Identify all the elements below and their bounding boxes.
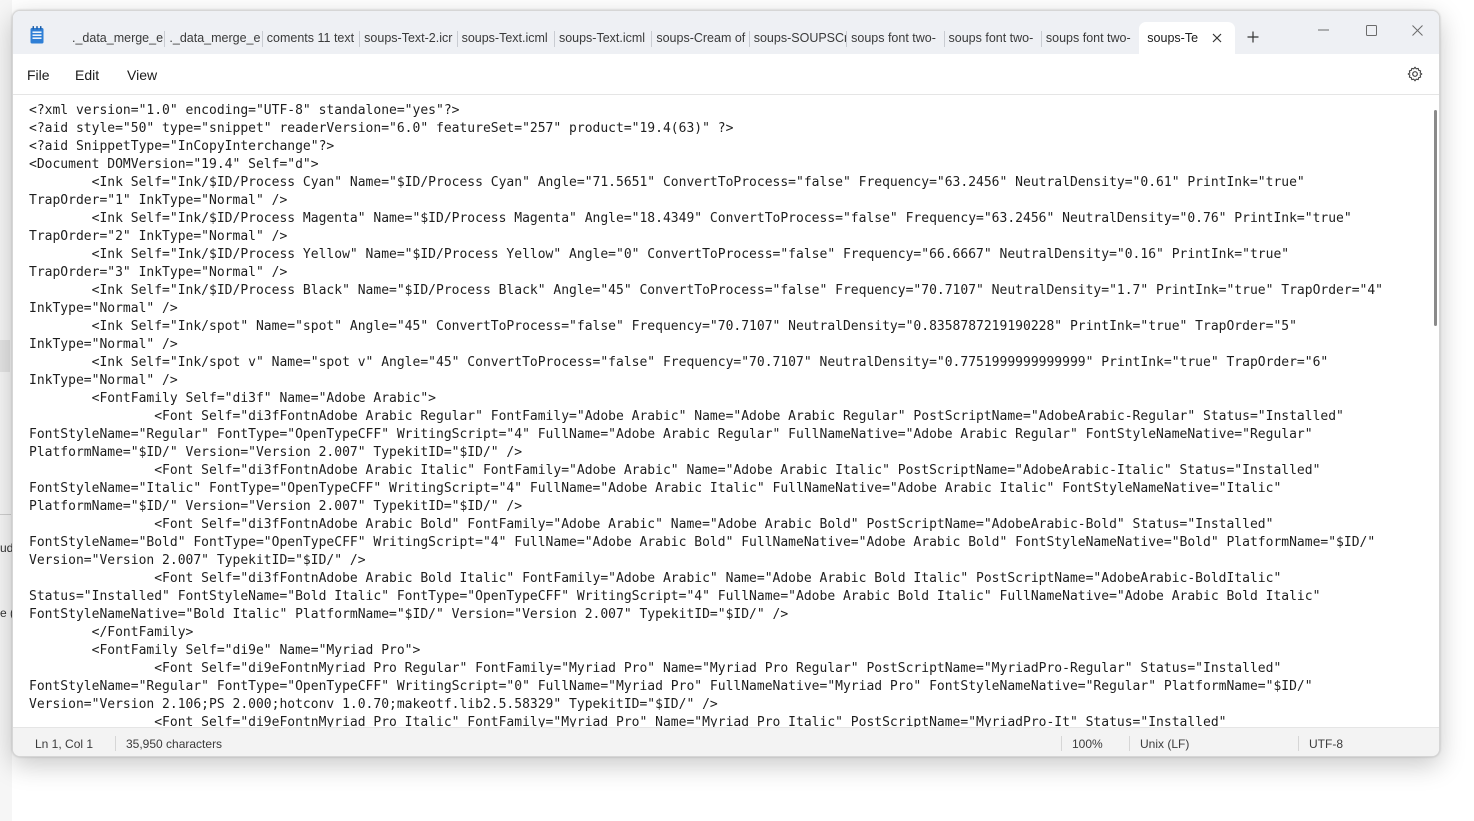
code-line: <Document DOMVersion="19.4" Self="d"> <box>29 157 319 172</box>
notepad-window: ._data_merge_e ._data_merge_e coments 11… <box>12 10 1440 757</box>
code-line: Version="Version 2.106;PS 2.000;hotconv … <box>29 697 718 712</box>
tab-label: soups-Te <box>1147 31 1199 45</box>
gear-icon[interactable] <box>1405 64 1425 84</box>
code-line: <Ink Self="Ink/$ID/Process Yellow" Name=… <box>29 247 1290 262</box>
line-ending[interactable]: Unix (LF) <box>1140 737 1189 751</box>
editor-content[interactable]: <?xml version="1.0" encoding="UTF-8" sta… <box>29 102 1429 727</box>
status-separator <box>1129 736 1130 751</box>
tab-label: soups-Text.icml <box>461 31 548 45</box>
code-line: <?xml version="1.0" encoding="UTF-8" sta… <box>29 103 460 118</box>
tab[interactable]: soups font two- <box>847 22 945 54</box>
tab-label: soups font two- <box>1045 31 1131 45</box>
tab[interactable]: soups font two- <box>945 22 1042 54</box>
code-line: FontStyleName="Regular" FontType="OpenTy… <box>29 427 1313 442</box>
vertical-scrollbar[interactable] <box>1431 96 1439 727</box>
code-line: <Ink Self="Ink/$ID/Process Magenta" Name… <box>29 211 1352 226</box>
code-line: FontStyleNameNative="Bold Italic" Platfo… <box>29 607 789 622</box>
close-tab-icon[interactable] <box>1209 30 1225 46</box>
new-tab-icon[interactable] <box>1242 26 1264 48</box>
tab[interactable]: coments 11 text <box>263 22 361 54</box>
code-line: <FontFamily Self="di9e" Name="Myriad Pro… <box>29 643 421 658</box>
text-editor[interactable]: <?xml version="1.0" encoding="UTF-8" sta… <box>13 96 1431 727</box>
close-icon[interactable] <box>1394 15 1439 45</box>
status-separator <box>1298 736 1299 751</box>
tab[interactable]: soups-Text-2.icr <box>360 22 458 54</box>
code-line: <?aid SnippetType="InCopyInterchange"?> <box>29 139 335 154</box>
code-line: <Font Self="di3fFontnAdobe Arabic Bold I… <box>29 571 1282 586</box>
code-line: <Font Self="di9eFontnMyriad Pro Regular"… <box>29 661 1282 676</box>
tab-label: soups-SOUPSCr <box>753 31 848 45</box>
code-line: TrapOrder="1" InkType="Normal" /> <box>29 193 288 208</box>
code-line: FontStyleName="Bold" FontType="OpenTypeC… <box>29 535 1376 550</box>
notepad-icon <box>30 26 44 44</box>
menu-bar: File Edit View <box>13 54 1439 95</box>
code-line: </FontFamily> <box>29 625 194 640</box>
code-line: <Ink Self="Ink/$ID/Process Black" Name="… <box>29 283 1384 298</box>
minimize-icon[interactable] <box>1300 15 1346 45</box>
code-line: PlatformName="$ID/" Version="Version 2.0… <box>29 445 523 460</box>
code-line: <Font Self="di3fFontnAdobe Arabic Regula… <box>29 409 1344 424</box>
code-line: InkType="Normal" /> <box>29 337 178 352</box>
code-line: <Font Self="di9eFontnMyriad Pro Italic" … <box>29 715 1227 727</box>
tab-active[interactable]: soups-Te <box>1139 22 1236 54</box>
code-line: InkType="Normal" /> <box>29 301 178 316</box>
tab[interactable]: ._data_merge_e <box>68 22 166 54</box>
code-line: Status="Installed" FontStyleName="Bold I… <box>29 589 1321 604</box>
code-line: <Ink Self="Ink/spot" Name="spot" Angle="… <box>29 319 1297 334</box>
menu-file[interactable]: File <box>27 64 50 86</box>
title-bar[interactable]: ._data_merge_e ._data_merge_e coments 11… <box>13 11 1439 54</box>
code-line: TrapOrder="3" InkType="Normal" /> <box>29 265 288 280</box>
desktop-background <box>0 0 12 821</box>
code-line: <Ink Self="Ink/spot v" Name="spot v" Ang… <box>29 355 1329 370</box>
code-line: InkType="Normal" /> <box>29 373 178 388</box>
code-line: FontStyleName="Italic" FontType="OpenTyp… <box>29 481 1282 496</box>
code-line: TrapOrder="2" InkType="Normal" /> <box>29 229 288 244</box>
code-line: FontStyleName="Regular" FontType="OpenTy… <box>29 679 1313 694</box>
code-line: <Ink Self="Ink/$ID/Process Cyan" Name="$… <box>29 175 1305 190</box>
tab-label: soups-Text.icml <box>558 31 646 45</box>
code-line: <Font Self="di3fFontnAdobe Arabic Bold" … <box>29 517 1274 532</box>
tab-label: soups font two- <box>948 31 1034 45</box>
cursor-position: Ln 1, Col 1 <box>35 737 94 751</box>
tab-label: ._data_merge_e <box>72 31 164 45</box>
tab-strip: ._data_merge_e ._data_merge_e coments 11… <box>68 22 1236 54</box>
menu-view[interactable]: View <box>127 64 157 86</box>
status-separator <box>115 736 116 751</box>
tab[interactable]: soups-Cream of <box>652 22 750 54</box>
code-line: PlatformName="$ID/" Version="Version 2.0… <box>29 499 523 514</box>
tab[interactable]: soups-SOUPSCr <box>750 22 848 54</box>
tab-label: soups-Cream of <box>656 31 746 45</box>
code-line: <?aid style="50" type="snippet" readerVe… <box>29 121 734 136</box>
zoom-level[interactable]: 100% <box>1072 737 1103 751</box>
menu-edit[interactable]: Edit <box>75 64 99 86</box>
code-line: <Font Self="di3fFontnAdobe Arabic Italic… <box>29 463 1321 478</box>
tab[interactable]: soups-Text.icml <box>458 22 555 54</box>
background-window-edge <box>0 340 10 372</box>
status-bar: Ln 1, Col 1 35,950 characters 100% Unix … <box>13 727 1439 756</box>
tab[interactable]: ._data_merge_e <box>165 22 263 54</box>
code-line: <FontFamily Self="di3f" Name="Adobe Arab… <box>29 391 436 406</box>
character-count: 35,950 characters <box>126 737 223 751</box>
tab-label: coments 11 text <box>266 31 355 45</box>
encoding[interactable]: UTF-8 <box>1309 737 1343 751</box>
status-separator <box>1061 736 1062 751</box>
tab-label: soups-Text-2.icr <box>364 31 453 45</box>
scrollbar-thumb[interactable] <box>1434 110 1437 326</box>
tab-label: ._data_merge_e <box>169 31 261 45</box>
code-line: Version="Version 2.007" TypekitID="$ID/"… <box>29 553 366 568</box>
tab-label: soups font two- <box>851 31 936 45</box>
tab[interactable]: soups font two- <box>1042 22 1139 54</box>
background-divider <box>0 514 11 515</box>
maximize-icon[interactable] <box>1348 15 1394 45</box>
tab[interactable]: soups-Text.icml <box>555 22 653 54</box>
